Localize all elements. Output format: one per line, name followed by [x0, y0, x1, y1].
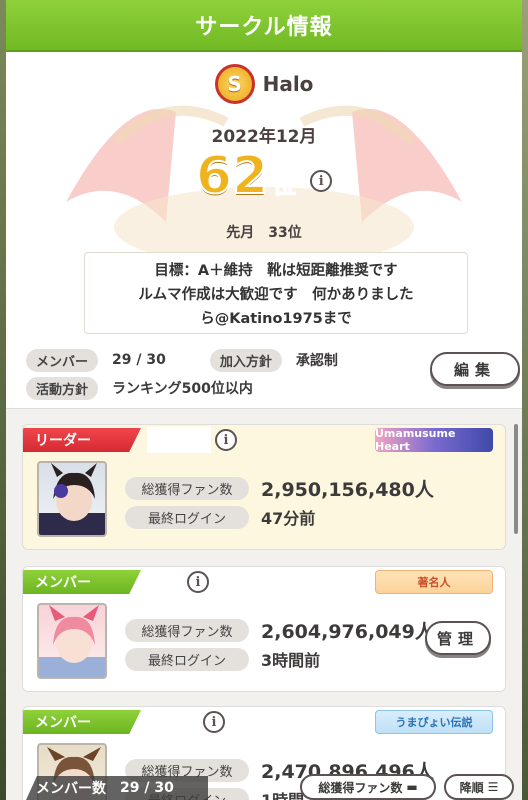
fans-label: 総獲得ファン数	[125, 619, 249, 642]
login-value: 3時間前	[261, 651, 321, 670]
members-label: メンバー	[26, 348, 99, 372]
join-policy-value: 承認制	[295, 353, 338, 369]
member-card[interactable]: メンバー i 著名人 総獲得ファン数 2,604,976,049人 最終ログイン…	[22, 566, 506, 692]
manage-button[interactable]: 管理	[425, 621, 491, 655]
avatar[interactable]	[37, 603, 107, 679]
activity-policy-label: 活動方針	[26, 376, 99, 400]
card-header: メンバー i 著名人	[23, 567, 505, 597]
sort-lines-icon: ☰	[487, 780, 499, 794]
member-name	[147, 709, 199, 735]
goal-line: ら@Katino1975まで	[200, 311, 352, 327]
card-body: 総獲得ファン数 2,604,976,049人 最終ログイン 3時間前 管理	[23, 597, 505, 691]
rank-unit: 位	[272, 171, 297, 200]
ranking-month: 2022年12月	[211, 127, 317, 147]
sort-key-label: 総獲得ファン数	[318, 780, 403, 795]
role-badge: メンバー	[23, 710, 141, 734]
rank-info-icon[interactable]: i	[310, 170, 333, 192]
card-body: 総獲得ファン数 2,950,156,480人 最終ログイン 47分前	[23, 455, 505, 549]
member-count-label: メンバー数	[36, 781, 106, 797]
card-header: リーダー i Umamusume Heart	[23, 425, 505, 455]
card-header: メンバー i うまぴょい伝説	[23, 707, 505, 737]
login-value: 47分前	[261, 509, 316, 528]
character-portrait-icon	[39, 605, 105, 677]
fans-label: 総獲得ファン数	[125, 477, 249, 500]
circle-goal-text: 目標：A＋維持 靴は短距離推奨です ルムマ作成は大歓迎です 何かありました ら@…	[84, 252, 468, 334]
page-title: サークル情報	[195, 15, 333, 40]
members-row: メンバー 29 / 30 加入方針 承認制	[26, 346, 426, 374]
login-label: 最終ログイン	[125, 505, 249, 529]
member-count-value: 29 / 30	[120, 780, 174, 796]
title-badge: うまぴょい伝説	[375, 710, 493, 734]
goal-line: 目標：A＋維持 靴は短距離推奨です	[154, 263, 398, 279]
title-badge: 著名人	[375, 570, 493, 594]
member-info-icon[interactable]: i	[187, 571, 209, 593]
member-info-icon[interactable]: i	[203, 711, 225, 733]
join-policy-label: 加入方針	[209, 348, 282, 372]
login-row: 最終ログイン 47分前	[125, 505, 315, 529]
member-list-scrollbar[interactable]	[514, 424, 518, 534]
fans-value: 2,950,156,480人	[261, 479, 434, 501]
rank-number: 62	[195, 145, 269, 207]
fans-row: 総獲得ファン数 2,950,156,480人	[125, 475, 434, 502]
character-portrait-icon	[39, 463, 105, 535]
circle-info-panel: サークル情報 S Halo 2022年12月 62 位 i 先月 33位 目標：…	[6, 0, 522, 800]
previous-rank-label: 先月	[226, 225, 255, 241]
circle-name-row: S Halo	[6, 64, 522, 104]
activity-policy-value: ランキング500位以内	[112, 381, 253, 397]
previous-rank: 先月 33位	[6, 222, 522, 242]
title-badge: Umamusume Heart	[375, 427, 493, 453]
footer-bar: メンバー数 29 / 30 総獲得ファン数 ▬ 降順 ☰	[0, 770, 528, 800]
sort-order-button[interactable]: 降順 ☰	[444, 774, 514, 800]
edit-button[interactable]: 編集	[430, 352, 520, 386]
rank-display: 62 位 i	[6, 145, 522, 207]
activity-row: 活動方針 ランキング500位以内	[26, 374, 426, 402]
role-badge: リーダー	[23, 428, 141, 452]
member-info-icon[interactable]: i	[215, 429, 237, 451]
fans-row: 総獲得ファン数 2,604,976,049人	[125, 617, 434, 644]
login-label: 最終ログイン	[125, 647, 249, 671]
member-count: メンバー数 29 / 30	[26, 776, 208, 800]
avatar[interactable]	[37, 461, 107, 537]
member-card-leader[interactable]: リーダー i Umamusume Heart 総獲得ファン数 2,950,156…	[22, 424, 506, 550]
sort-key-button[interactable]: 総獲得ファン数 ▬	[300, 774, 436, 800]
members-value: 29 / 30	[112, 352, 166, 368]
member-name	[147, 427, 211, 453]
background-right	[522, 0, 528, 800]
goal-line: ルムマ作成は大歓迎です 何かありました	[138, 287, 414, 303]
circle-name: Halo	[262, 72, 314, 96]
header: サークル情報	[6, 0, 522, 52]
sort-key-icon: ▬	[406, 780, 418, 794]
fans-value: 2,604,976,049人	[261, 621, 434, 643]
login-row: 最終ログイン 3時間前	[125, 647, 320, 671]
member-name	[147, 569, 183, 595]
circle-details: メンバー 29 / 30 加入方針 承認制 活動方針 ランキング500位以内	[26, 346, 426, 402]
role-badge: メンバー	[23, 570, 141, 594]
sort-order-label: 降順	[459, 780, 484, 795]
circle-emblem-icon: S	[214, 64, 255, 104]
previous-rank-value: 33位	[268, 225, 302, 241]
